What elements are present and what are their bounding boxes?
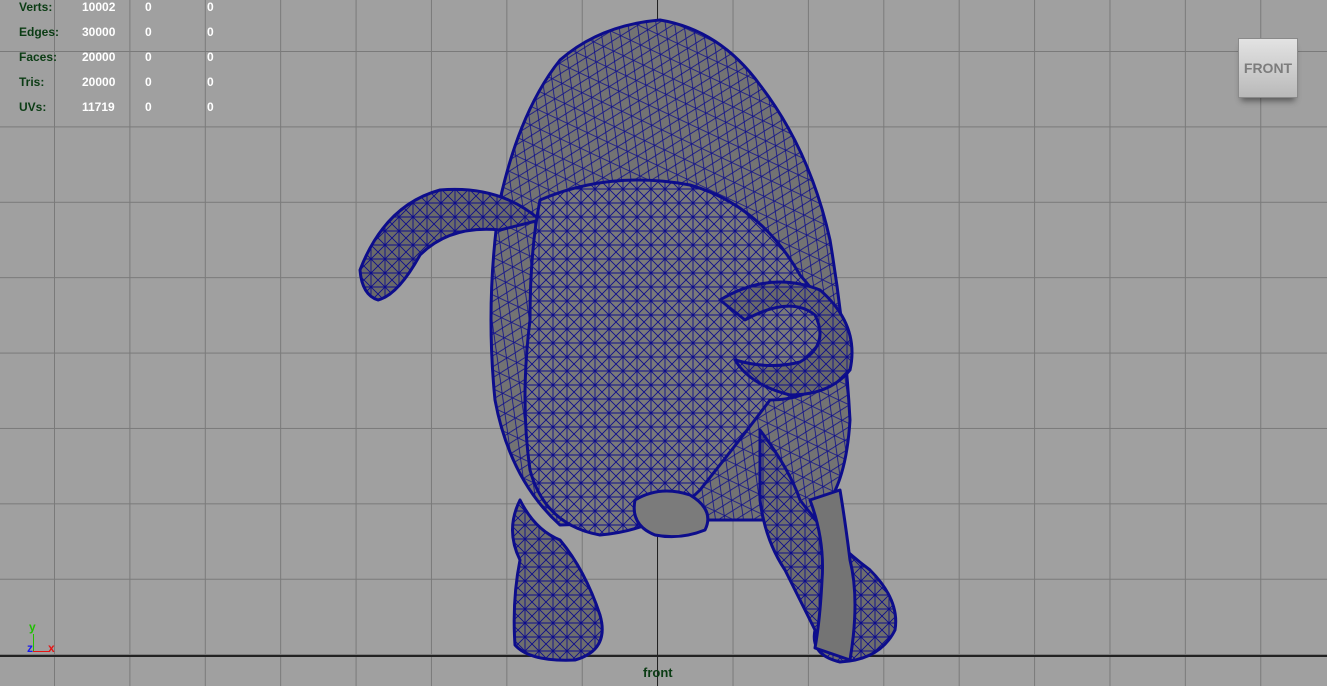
hud-row-verts: Verts: 10002 0 0 [0, 0, 230, 20]
hud-tris-selected: 0 [145, 75, 152, 89]
hud-label-verts: Verts: [19, 0, 53, 14]
hud-label-faces: Faces: [19, 50, 58, 64]
hud-row-faces: Faces: 20000 0 0 [0, 50, 230, 70]
hud-uvs-object: 0 [207, 100, 214, 114]
gnomon-x-line [33, 651, 49, 652]
hud-row-tris: Tris: 20000 0 0 [0, 75, 230, 95]
gnomon-z-label: z [27, 641, 33, 655]
gnomon-y-line [33, 634, 34, 651]
hud-verts-selected: 0 [145, 0, 152, 14]
hud-edges-total: 30000 [82, 25, 116, 39]
hud-faces-selected: 0 [145, 50, 152, 64]
hud-edges-object: 0 [207, 25, 214, 39]
viewcube-label: FRONT [1243, 60, 1293, 76]
gnomon-y-label: y [29, 620, 36, 634]
hud-tris-total: 20000 [82, 75, 116, 89]
hud-tris-object: 0 [207, 75, 214, 89]
hud-verts-object: 0 [207, 0, 214, 14]
hud-row-edges: Edges: 30000 0 0 [0, 25, 230, 45]
hud-verts-total: 10002 [82, 0, 116, 14]
hud-row-uvs: UVs: 11719 0 0 [0, 100, 230, 120]
hud-faces-object: 0 [207, 50, 214, 64]
hud-faces-total: 20000 [82, 50, 116, 64]
hud-label-tris: Tris: [19, 75, 45, 89]
viewcube-front[interactable]: FRONT [1238, 38, 1298, 98]
hud-label-uvs: UVs: [19, 100, 47, 114]
camera-name-label: front [643, 665, 673, 680]
bull-snout [632, 489, 710, 539]
viewport-panel[interactable]: Verts: 10002 0 0 Edges: 30000 0 0 Faces:… [0, 0, 1327, 686]
hud-uvs-selected: 0 [145, 100, 152, 114]
hud-label-edges: Edges: [19, 25, 60, 39]
axis-gnomon: y z x [25, 620, 65, 660]
gnomon-x-label: x [48, 641, 55, 655]
hud-edges-selected: 0 [145, 25, 152, 39]
hud-uvs-total: 11719 [82, 100, 115, 114]
